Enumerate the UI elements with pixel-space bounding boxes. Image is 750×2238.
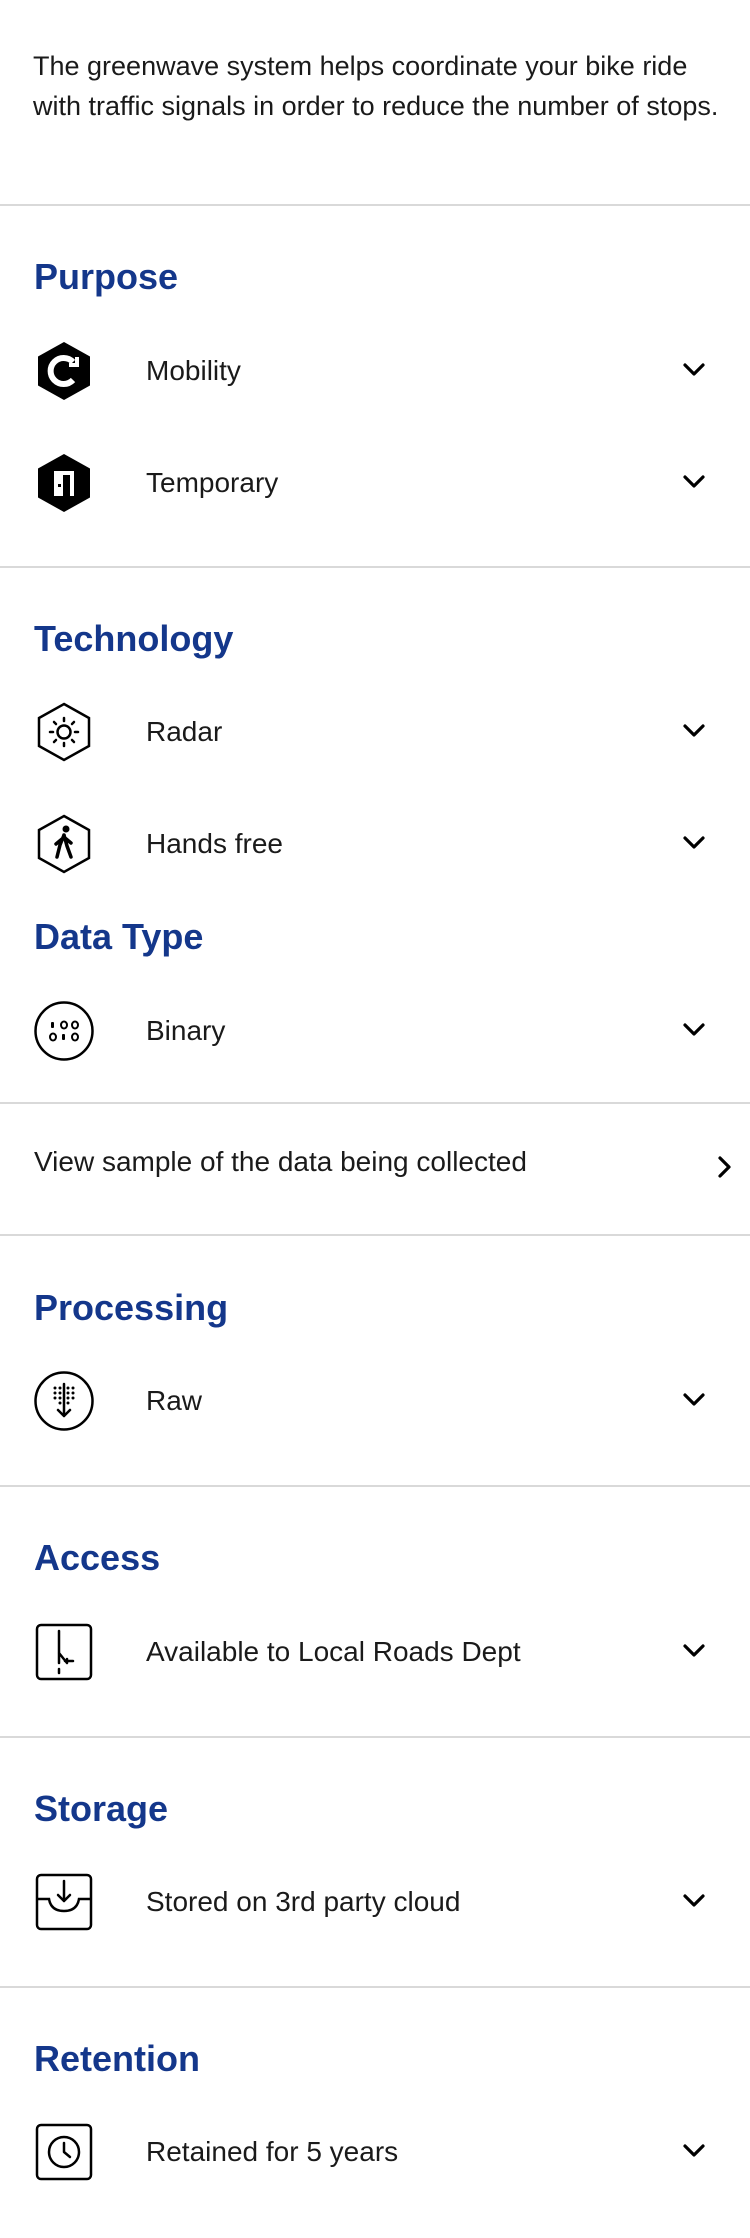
section-title-purpose: Purpose <box>34 256 179 297</box>
section-title-processing: Processing <box>34 1287 229 1328</box>
row-label: Temporary <box>146 467 279 498</box>
row-storage[interactable]: Stored on 3rd party cloud <box>0 1861 750 1941</box>
row-label: Radar <box>146 716 223 747</box>
section-title-technology: Technology <box>34 618 234 659</box>
raw-data-circle-icon <box>34 1371 94 1431</box>
row-mobility[interactable]: Mobility <box>0 330 750 410</box>
section-title-storage: Storage <box>34 1788 169 1829</box>
divider <box>0 1234 750 1236</box>
chevron-down-icon <box>683 1393 705 1406</box>
chevron-down-icon <box>683 724 705 737</box>
row-temporary[interactable]: Temporary <box>0 442 750 522</box>
chevron-right-icon <box>718 1156 731 1178</box>
row-raw[interactable]: Raw <box>0 1360 750 1440</box>
row-label: Binary <box>146 1015 226 1046</box>
walking-person-hex-icon <box>37 814 91 874</box>
row-radar[interactable]: Radar <box>0 691 750 771</box>
binary-circle-icon <box>34 1001 94 1061</box>
intro-text: The greenwave system helps coordinate yo… <box>33 51 719 121</box>
clock-square-icon <box>35 2123 93 2181</box>
row-access[interactable]: Available to Local Roads Dept <box>0 1611 750 1691</box>
inbox-square-icon <box>35 1873 93 1931</box>
chevron-down-icon <box>683 2144 705 2157</box>
row-label: Raw <box>146 1385 203 1416</box>
chevron-down-icon <box>683 1644 705 1657</box>
mobility-hex-icon <box>38 342 90 400</box>
section-title-data-type: Data Type <box>34 916 204 957</box>
section-title-access: Access <box>34 1537 161 1578</box>
row-label: Available to Local Roads Dept <box>146 1636 521 1667</box>
divider <box>0 1986 750 1988</box>
chevron-down-icon <box>683 363 705 376</box>
section-title-retention: Retention <box>34 2038 200 2079</box>
radar-hex-icon <box>37 702 91 762</box>
row-label: Mobility <box>146 355 241 386</box>
chevron-down-icon <box>683 1894 705 1907</box>
access-square-icon <box>35 1623 93 1681</box>
divider <box>0 204 750 206</box>
row-label: Stored on 3rd party cloud <box>146 1886 461 1917</box>
chevron-down-icon <box>683 1023 705 1036</box>
row-label: Hands free <box>146 828 283 859</box>
row-binary[interactable]: Binary <box>0 990 750 1070</box>
row-label: Retained for 5 years <box>146 2136 399 2167</box>
divider <box>0 566 750 568</box>
row-hands-free[interactable]: Hands free <box>0 803 750 883</box>
door-hex-icon <box>38 454 90 512</box>
view-sample-label: View sample of the data being collected <box>34 1146 527 1177</box>
divider <box>0 1485 750 1487</box>
view-sample-link[interactable]: View sample of the data being collected <box>0 1104 750 1224</box>
chevron-down-icon <box>683 836 705 849</box>
chevron-down-icon <box>683 475 705 488</box>
row-retention[interactable]: Retained for 5 years <box>0 2111 750 2191</box>
divider <box>0 1736 750 1738</box>
